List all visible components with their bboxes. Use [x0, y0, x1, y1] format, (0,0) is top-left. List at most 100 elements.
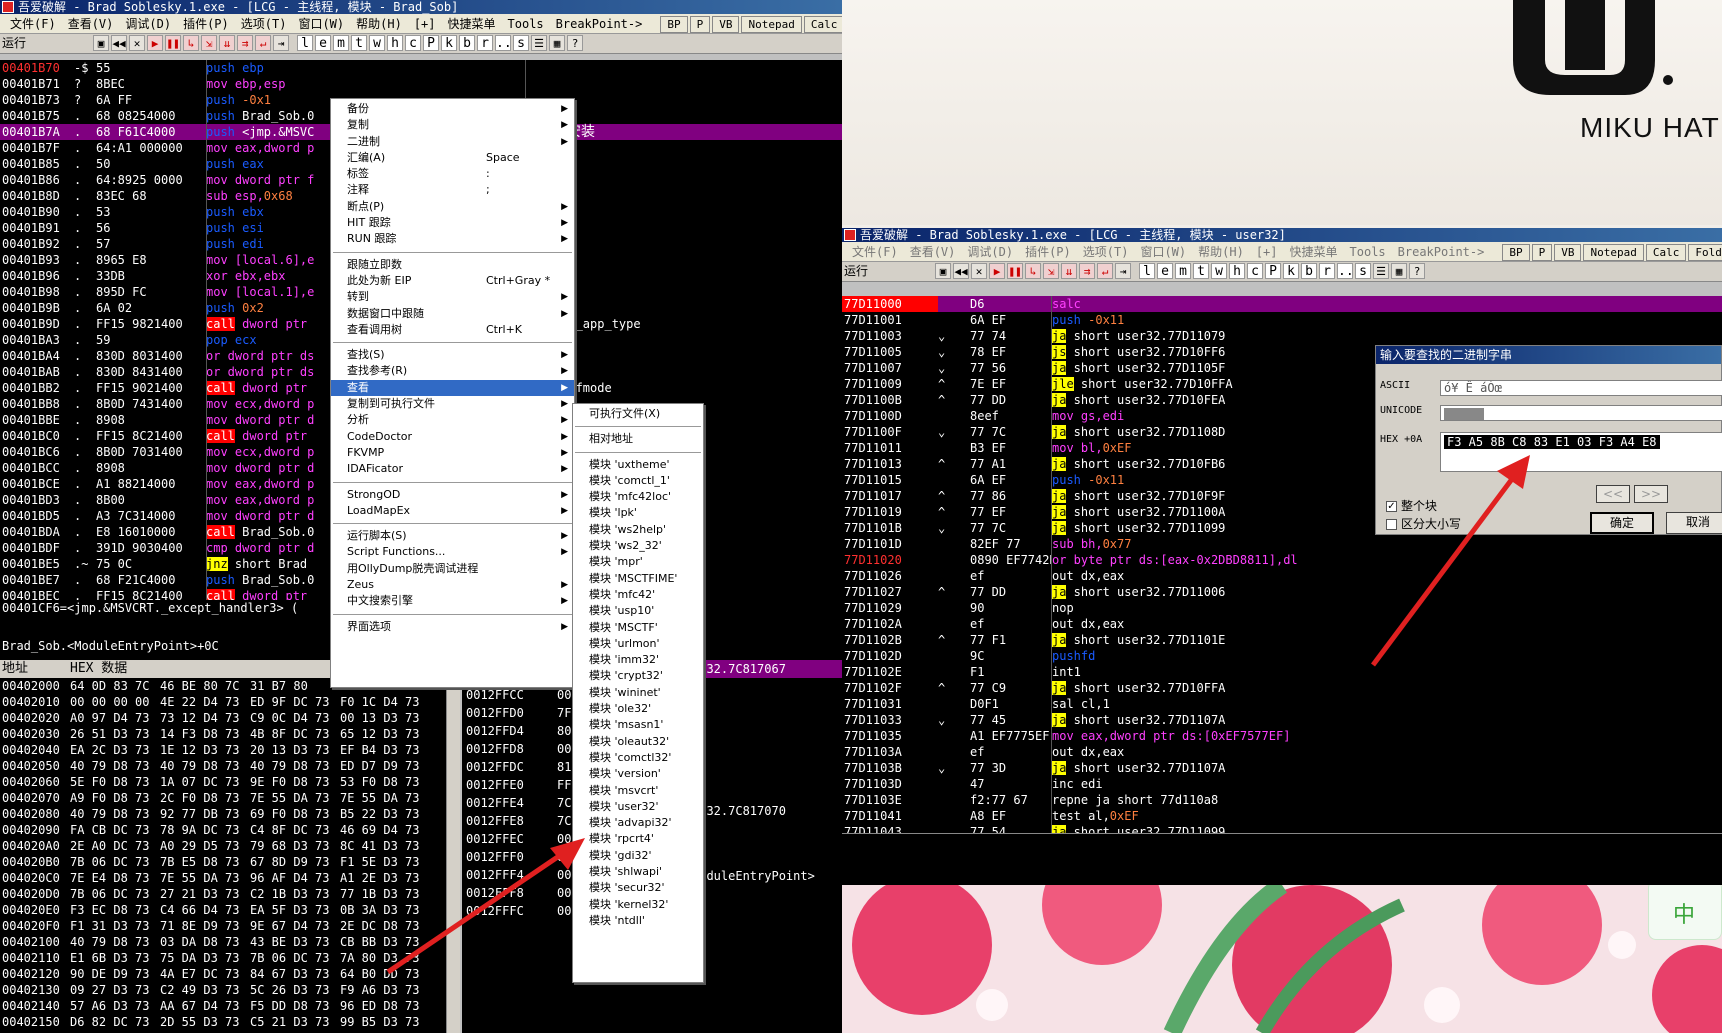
disasm-row[interactable]: 77D1102B ^ 77 F1 ja short user32.77D1101E — [842, 632, 1722, 648]
menu-item[interactable]: 运行脚本(S) ▶ — [331, 528, 574, 544]
menu-item[interactable]: 模块 'advapi32' — [573, 815, 703, 831]
execute-till-return-icon[interactable]: ↵ — [255, 35, 271, 51]
hex-field[interactable]: F3 A5 8B C8 83 E1 03 F3 A4 E8 — [1440, 432, 1722, 472]
window-m-button[interactable]: m — [333, 35, 349, 51]
dump-scrollbar[interactable] — [446, 690, 460, 1033]
dump-row[interactable]: 004020F0 F1 31 D3 73 71 8E D9 73 9E 67 D4 7… — [0, 918, 460, 934]
menu-item[interactable]: 数据窗口中跟随 ▶ — [331, 306, 574, 322]
window-title-bar[interactable]: 吾爱破解 - Brad Soblesky.1.exe - [LCG - 主线程,… — [0, 0, 842, 14]
step-into-icon[interactable]: ↳ — [183, 35, 199, 51]
dialog-title[interactable]: 输入要查找的二进制字串 — [1376, 346, 1721, 364]
menu-item[interactable]: 模块 'mfc42' — [573, 587, 703, 603]
menu-item[interactable]: 模块 'lpk' — [573, 505, 703, 521]
window-e-button[interactable]: e — [315, 35, 331, 51]
menu-item[interactable]: IDAFicator ▶ — [331, 461, 574, 477]
menu-item[interactable]: 复制 ▶ — [331, 117, 574, 133]
window-more-button[interactable]: ... — [495, 35, 519, 51]
menu-item[interactable]: Tools — [1344, 242, 1392, 262]
disasm-row[interactable]: 77D11041 A8 EF test al,0xEF — [842, 808, 1722, 824]
window-m-button[interactable]: m — [1175, 263, 1191, 279]
menu-item[interactable]: 查看(V) — [904, 242, 962, 262]
window-l-button[interactable]: l — [297, 35, 313, 51]
disasm-row[interactable]: 77D1103B ⌄ 77 3D ja short user32.77D1107A — [842, 760, 1722, 776]
window-t-button[interactable]: t — [1193, 263, 1209, 279]
plugin-button[interactable]: P — [689, 16, 711, 33]
menu-item[interactable]: 可执行文件(X) — [573, 406, 703, 422]
menu-item[interactable]: 文件(F) — [4, 14, 62, 34]
menu-item[interactable]: 选项(T) — [235, 14, 293, 34]
goto-icon[interactable]: ⇥ — [273, 35, 289, 51]
menu-item[interactable]: StrongOD ▶ — [331, 487, 574, 503]
run-icon[interactable]: ▶ — [989, 263, 1005, 279]
grid-icon[interactable]: ▦ — [549, 35, 565, 51]
menu-item[interactable]: 转到 ▶ — [331, 289, 574, 305]
window-s-button[interactable]: s — [513, 35, 529, 51]
dump-row[interactable]: 004020C0 7E E4 D8 73 7E 55 DA 73 96 AF D4 7… — [0, 870, 460, 886]
disasm-row[interactable]: 77D1103D 47 inc edi — [842, 776, 1722, 792]
case-sensitive-checkbox[interactable]: 区分大小写 — [1386, 515, 1461, 532]
plugin-button[interactable]: Calc — [803, 16, 842, 33]
disasm-row[interactable]: 77D1101D 82EF 77 sub bh,0x77 — [842, 536, 1722, 552]
menu-item[interactable]: 窗口(W) — [292, 14, 350, 34]
disasm-row[interactable]: 77D1102F ^ 77 C9 ja short user32.77D10FFA — [842, 680, 1722, 696]
menu-item[interactable]: 快捷菜单 — [442, 14, 502, 34]
disasm-row[interactable]: 00401B71? 8BEC mov ebp,esp — [0, 76, 842, 92]
menu-item[interactable]: 备份 ▶ — [331, 101, 574, 117]
folder-icon[interactable]: ▣ — [93, 35, 109, 51]
window-h-button[interactable]: h — [1229, 263, 1245, 279]
next-button[interactable]: >> — [1634, 485, 1668, 503]
window-b-button[interactable]: b — [459, 35, 475, 51]
plugin-button[interactable]: P — [1531, 244, 1553, 261]
dump-row[interactable]: 00402140 57 A6 D3 73 AA 67 D4 73 F5 DD D8 7… — [0, 998, 460, 1014]
dump-row[interactable]: 004020E0 F3 EC D8 73 C4 66 D4 73 EA 5F D3 7… — [0, 902, 460, 918]
help-icon[interactable]: ? — [567, 35, 583, 51]
dump-row[interactable]: 00402010 00 00 00 00 4E 22 D4 73 ED 9F DC 7… — [0, 694, 460, 710]
window-title-bar[interactable]: 吾爱破解 - Brad Soblesky.1.exe - [LCG - 主线程,… — [842, 228, 1722, 242]
menu-item[interactable]: 帮助(H) — [1192, 242, 1250, 262]
trace-into-icon[interactable]: ⇊ — [1061, 263, 1077, 279]
menu-item[interactable]: 模块 'uxtheme' — [573, 457, 703, 473]
ok-button[interactable]: 确定 — [1590, 512, 1654, 534]
dump-row[interactable]: 00402070 A9 F0 D8 73 2C F0 D8 73 7E 55 DA 7… — [0, 790, 460, 806]
menu-item[interactable]: RUN 跟踪 ▶ — [331, 231, 574, 247]
disasm-row[interactable]: 77D11033 ⌄ 77 45 ja short user32.77D1107A — [842, 712, 1722, 728]
menu-item[interactable]: 模块 'ws2help' — [573, 522, 703, 538]
dump-row[interactable]: 00402080 40 79 D8 73 92 77 DB 73 69 F0 D8 7… — [0, 806, 460, 822]
disasm-row[interactable]: 77D1103E f2:77 67 repne ja short 77d110a8 — [842, 792, 1722, 808]
menu-item[interactable]: 中文搜索引擎 ▶ — [331, 593, 574, 609]
disasm-row[interactable]: 77D1102E F1 int1 — [842, 664, 1722, 680]
menu-item[interactable]: [+] — [408, 14, 442, 34]
menu-item[interactable]: 模块 'ntdll' — [573, 913, 703, 929]
window-s-button[interactable]: s — [1355, 263, 1371, 279]
menu-item[interactable]: 模块 'urlmon' — [573, 636, 703, 652]
disasm-row[interactable]: 77D11027 ^ 77 DD ja short user32.77D11006 — [842, 584, 1722, 600]
menu-item[interactable]: CodeDoctor ▶ — [331, 429, 574, 445]
menu-item[interactable]: 模块 'shlwapi' — [573, 864, 703, 880]
menu-item[interactable]: FKVMP ▶ — [331, 445, 574, 461]
menu-item[interactable]: Script Functions... ▶ — [331, 544, 574, 560]
window-c-button[interactable]: c — [1247, 263, 1263, 279]
menu-item[interactable]: 模块 'imm32' — [573, 652, 703, 668]
dump-row[interactable]: 00402110 E1 6B D3 73 75 DA D3 73 7B 06 DC 7… — [0, 950, 460, 966]
window-e-button[interactable]: e — [1157, 263, 1173, 279]
menu-item[interactable]: BreakPoint-> — [1392, 242, 1491, 262]
menu-item[interactable]: 模块 'comctl32' — [573, 750, 703, 766]
menu-item[interactable]: 界面选项 ▶ — [331, 619, 574, 635]
plugin-button[interactable]: BP — [660, 16, 688, 33]
plugin-button[interactable]: Notepad — [741, 16, 802, 33]
window-l-button[interactable]: l — [1139, 263, 1155, 279]
disasm-row[interactable]: 77D11026 ef out dx,eax — [842, 568, 1722, 584]
menu-item[interactable]: 快捷菜单 — [1284, 242, 1344, 262]
menu-item[interactable]: 帮助(H) — [350, 14, 408, 34]
prev-button[interactable]: << — [1596, 485, 1630, 503]
run-icon[interactable]: ▶ — [147, 35, 163, 51]
help-icon[interactable]: ? — [1409, 263, 1425, 279]
window-t-button[interactable]: t — [351, 35, 367, 51]
menu-item[interactable]: BreakPoint-> — [550, 14, 649, 34]
ime-indicator[interactable]: 中 — [1648, 880, 1722, 940]
menu-item[interactable]: 跟随立即数 — [331, 257, 574, 273]
menu-item[interactable]: 插件(P) — [177, 14, 235, 34]
step-over-icon[interactable]: ⇲ — [201, 35, 217, 51]
dump-row[interactable]: 00402020 A0 97 D4 73 73 12 D4 73 C9 0C D4 7… — [0, 710, 460, 726]
menu-item[interactable]: 模块 'MSCTF' — [573, 620, 703, 636]
